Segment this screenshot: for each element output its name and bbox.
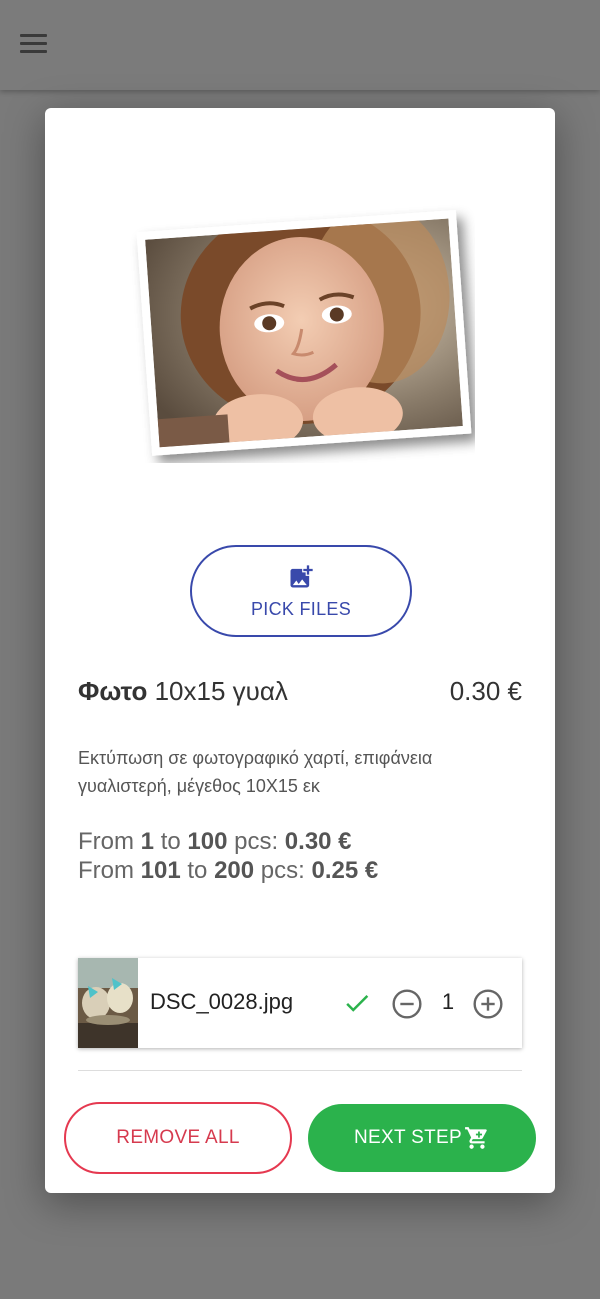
- product-title-rest: 10x15 γυαλ: [147, 676, 288, 706]
- pick-files-button[interactable]: PICK FILES: [190, 545, 412, 637]
- add-photo-icon: [290, 564, 313, 587]
- pick-files-label: PICK FILES: [250, 598, 352, 619]
- decrease-quantity-icon[interactable]: [391, 988, 423, 1020]
- remove-all-button[interactable]: REMOVE ALL: [64, 1102, 292, 1174]
- product-description: Εκτύπωση σε φωτογραφικό χαρτί, επιφάνεια…: [78, 748, 433, 796]
- price-tier: From 101 to 200 pcs: 0.25 €: [78, 857, 379, 884]
- check-icon: [346, 994, 369, 1012]
- shopping-cart-icon: [465, 1127, 487, 1149]
- next-step-label: NEXT STEP: [354, 1127, 462, 1148]
- price-tier: From 1 to 100 pcs: 0.30 €: [78, 828, 352, 855]
- product-title: Φωτο 10x15 γυαλ: [78, 676, 288, 707]
- product-dialog: PICK FILES Φωτο 10x15 γυαλ 0.30 € Εκτύπω…: [45, 108, 555, 1193]
- remove-all-label: REMOVE ALL: [116, 1127, 240, 1148]
- increase-quantity-icon[interactable]: [472, 988, 504, 1020]
- hamburger-menu-icon[interactable]: [20, 34, 47, 54]
- quantity-value: 1: [441, 989, 455, 1014]
- product-price: 0.30 €: [449, 676, 522, 706]
- top-app-bar: [0, 0, 600, 90]
- hero-photo-image: [136, 209, 472, 456]
- file-list-item: DSC_0028.jpg 1: [78, 958, 522, 1048]
- file-thumbnail: [78, 958, 138, 1048]
- file-name: DSC_0028.jpg: [150, 989, 294, 1014]
- divider: [78, 1070, 522, 1071]
- next-step-button[interactable]: NEXT STEP: [308, 1104, 536, 1172]
- product-title-bold: Φωτο: [78, 676, 148, 706]
